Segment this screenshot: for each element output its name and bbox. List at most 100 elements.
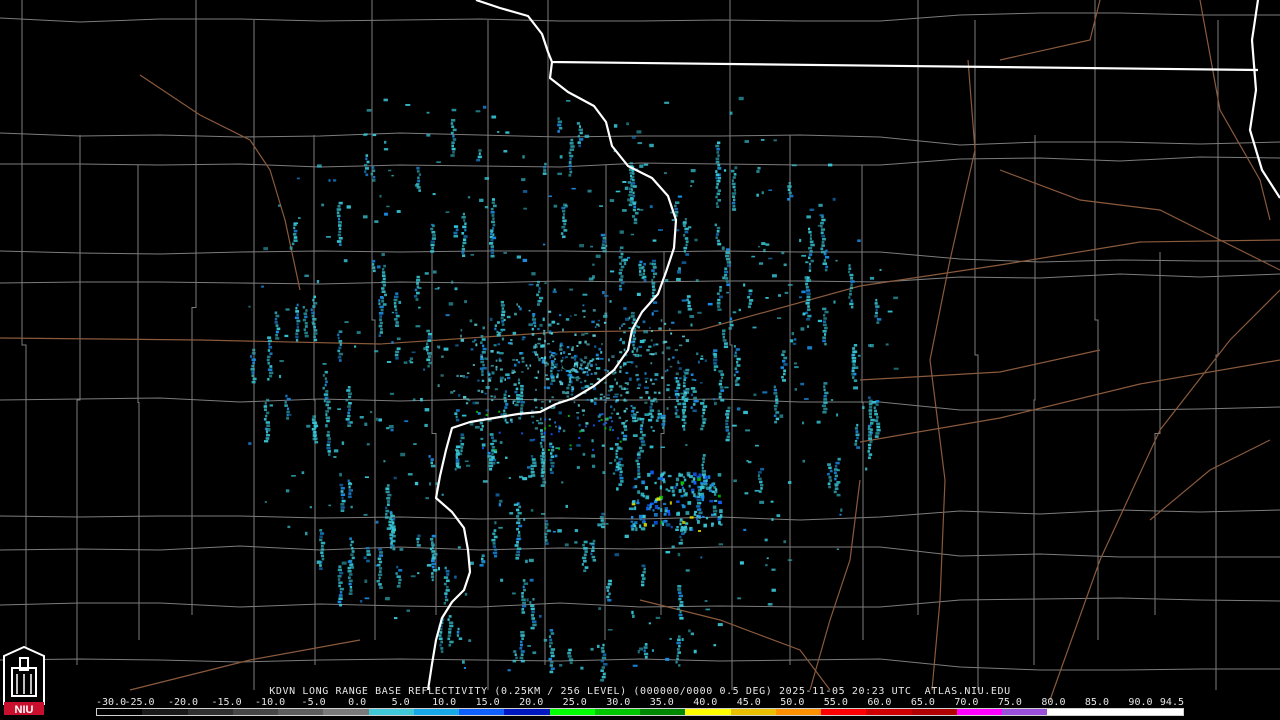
echo-cell <box>385 509 390 513</box>
echo-cell <box>494 449 497 451</box>
echo-cell <box>727 432 731 435</box>
echo-cell <box>264 402 267 405</box>
echo-cell <box>385 506 388 510</box>
echo-cell <box>462 225 467 229</box>
echo-cell <box>556 373 559 377</box>
echo-cell <box>576 412 580 414</box>
echo-cell <box>347 386 351 389</box>
echo-cell <box>635 459 639 463</box>
echo-cell <box>704 475 708 479</box>
echo-cell <box>382 268 385 271</box>
echo-cell <box>264 440 269 443</box>
echo-cell <box>516 397 519 400</box>
echo-cell <box>568 174 572 177</box>
echo-cell <box>685 569 690 572</box>
echo-cell <box>824 310 829 314</box>
echo-cell <box>682 402 686 406</box>
echo-cell <box>732 208 737 211</box>
echo-cell <box>687 304 691 308</box>
echo-cell <box>822 320 827 323</box>
echo-cell <box>267 368 273 371</box>
echo-cell <box>577 404 580 407</box>
echo-cell <box>378 554 383 557</box>
echo-cell <box>348 408 351 411</box>
echo-cell <box>641 577 646 580</box>
dbz-scale-label: 0.0 <box>348 697 367 708</box>
echo-cell <box>498 351 500 354</box>
echo-cell <box>543 329 546 332</box>
echo-cell <box>549 458 553 462</box>
echo-cell <box>734 367 738 370</box>
echo-cell <box>445 569 450 573</box>
echo-cell <box>567 369 571 372</box>
echo-cell <box>614 378 617 381</box>
county-boundaries <box>0 0 1280 690</box>
echo-cell <box>679 522 682 526</box>
echo-cell <box>642 320 646 324</box>
echo-cell <box>726 416 729 419</box>
echo-cell <box>545 542 549 545</box>
dbz-color-step <box>1002 709 1048 715</box>
echo-cell <box>867 443 872 447</box>
product-title: KDVN LONG RANGE BASE REFLECTIVITY (0.25K… <box>269 686 1011 697</box>
echo-cell <box>448 631 452 634</box>
echo-cell <box>568 164 572 167</box>
echo-cell <box>413 443 417 445</box>
echo-cell <box>586 399 589 401</box>
echo-cell <box>643 646 648 649</box>
echo-cell <box>669 501 672 505</box>
echo-cell <box>679 344 683 347</box>
echo-cell <box>569 142 574 145</box>
echo-cell <box>469 319 473 323</box>
echo-cell <box>690 632 694 636</box>
echo-cell <box>395 311 398 315</box>
echo-cell <box>518 416 522 420</box>
echo-cell <box>267 339 272 343</box>
echo-cell <box>773 414 777 417</box>
echo-cell <box>643 330 648 334</box>
echo-cell <box>652 301 658 304</box>
echo-cell <box>683 370 686 373</box>
echo-cell <box>464 460 469 463</box>
echo-cell <box>296 177 300 180</box>
echo-cell <box>573 401 576 404</box>
echo-cell <box>456 634 460 637</box>
echo-cell <box>639 164 644 168</box>
echo-cell <box>689 516 694 519</box>
echo-cell <box>576 416 579 420</box>
echo-cell <box>532 620 537 623</box>
echo-cell <box>806 295 811 299</box>
echo-cell <box>378 302 381 305</box>
echo-cell <box>430 250 435 253</box>
echo-cell <box>874 314 878 318</box>
echo-cell <box>548 195 552 198</box>
echo-cell <box>760 467 765 471</box>
echo-cell <box>689 315 695 318</box>
echo-cell <box>520 643 523 647</box>
echo-cell <box>364 579 368 583</box>
echo-cell <box>704 359 707 362</box>
echo-cell <box>619 246 624 249</box>
echo-cell <box>702 457 705 460</box>
echo-cell <box>416 540 419 544</box>
echo-cell <box>683 381 686 385</box>
echo-cell <box>451 147 456 151</box>
echo-cell <box>639 446 643 450</box>
echo-cell <box>621 324 623 327</box>
echo-cell <box>349 421 353 424</box>
echo-cell <box>490 364 494 367</box>
echo-cell <box>480 360 485 364</box>
echo-cell <box>382 303 387 306</box>
echo-cell <box>775 395 778 398</box>
echo-cell <box>509 512 514 515</box>
echo-cell <box>456 374 459 378</box>
echo-cell <box>678 489 682 493</box>
echo-cell <box>628 203 633 207</box>
echo-cell <box>643 567 646 571</box>
echo-cell <box>622 365 625 367</box>
echo-cell <box>818 203 823 207</box>
echo-cell <box>455 418 460 422</box>
echo-cell <box>637 499 640 504</box>
echo-cell <box>344 321 349 323</box>
echo-cell <box>566 346 570 349</box>
